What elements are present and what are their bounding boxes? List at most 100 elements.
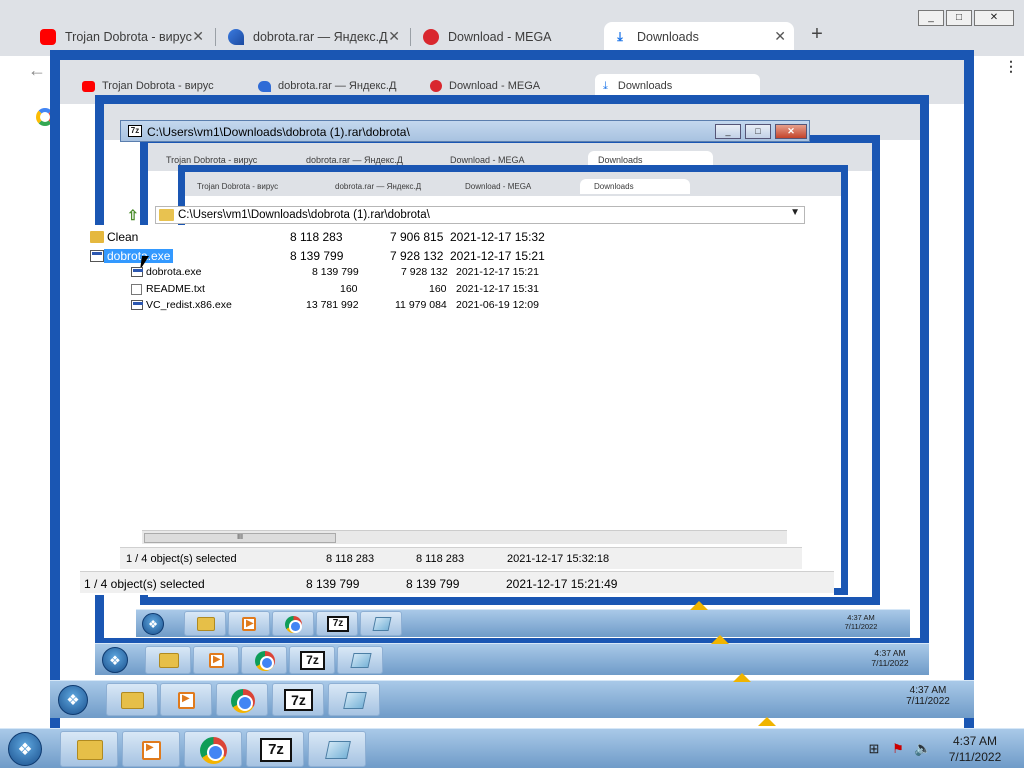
sevenzip-icon: 7z bbox=[327, 616, 349, 632]
minimize-button[interactable]: _ bbox=[715, 124, 741, 139]
file-size: 8 139 799 bbox=[312, 266, 359, 278]
tab-label: dobrota.rar — Яндекс.Д bbox=[306, 155, 403, 165]
flag-error-icon[interactable]: ⚑ bbox=[890, 741, 906, 757]
start-orb-icon bbox=[142, 613, 164, 636]
nested-taskbar-large: 7z 4:37 AM 7/11/2022 bbox=[50, 680, 974, 718]
tab-label: Trojan Dobrota - вирус bbox=[102, 80, 214, 92]
text-file-icon bbox=[131, 284, 142, 295]
clock-date: 7/11/2022 bbox=[948, 750, 1002, 764]
tab-download-mega[interactable]: Download - MEGA bbox=[415, 22, 600, 52]
browser-menu-icon[interactable]: ⋮ bbox=[1004, 59, 1018, 73]
taskbar-explorer bbox=[145, 646, 191, 674]
tab-label: Trojan Dobrota - вирус bbox=[197, 182, 279, 191]
mega-icon bbox=[423, 29, 439, 45]
taskbar-notepad bbox=[328, 683, 380, 716]
list-item[interactable]: README.txt 160 160 2021-12-17 15:31 bbox=[130, 282, 770, 298]
status-bar-inner: 1 / 4 object(s) selected 8 118 283 8 118… bbox=[120, 547, 802, 569]
status-modified: 2021-12-17 15:21:49 bbox=[506, 577, 618, 591]
tab-dobrota-rar[interactable]: dobrota.rar — Яндекс.Д ✕ bbox=[220, 22, 408, 52]
window-title: C:\Users\vm1\Downloads\dobrota (1).rar\d… bbox=[147, 125, 410, 139]
warning-icon bbox=[733, 673, 751, 682]
nested-clock: 4:37 AM 7/11/2022 bbox=[890, 685, 966, 707]
yandex-disk-icon bbox=[258, 80, 271, 92]
clock-time: 4:37 AM bbox=[909, 685, 947, 696]
exe-file-icon bbox=[131, 300, 143, 310]
maximize-button[interactable]: □ bbox=[745, 124, 771, 139]
list-item[interactable]: VC_redist.x86.exe 13 781 992 11 979 084 … bbox=[130, 298, 770, 314]
list-item[interactable]: Clean 8 118 283 7 906 815 2021-12-17 15:… bbox=[88, 229, 828, 246]
download-icon: ⤓ bbox=[603, 79, 608, 92]
clock[interactable]: 4:37 AM 7/11/2022 bbox=[940, 733, 1010, 765]
file-modified: 2021-12-17 15:21 bbox=[450, 249, 545, 263]
new-tab-button[interactable]: + bbox=[808, 23, 826, 46]
file-name-selected: dobrota.exe bbox=[104, 249, 174, 263]
nested-tab: Downloads bbox=[580, 179, 690, 194]
back-button[interactable]: ← bbox=[28, 60, 46, 81]
tab-label: Downloads bbox=[617, 80, 673, 92]
minimize-button[interactable]: _ bbox=[918, 10, 944, 26]
taskbar-explorer bbox=[106, 683, 158, 716]
file-modified: 2021-12-17 15:21 bbox=[456, 266, 539, 278]
window-controls: _ □ ✕ bbox=[916, 10, 1014, 26]
start-orb-icon bbox=[102, 647, 128, 674]
clock-time: 4:37 AM bbox=[952, 734, 998, 748]
taskbar-7zip[interactable]: 7z bbox=[246, 731, 304, 767]
horizontal-scrollbar[interactable]: III bbox=[142, 530, 787, 544]
maximize-button[interactable]: □ bbox=[946, 10, 972, 26]
folder-icon bbox=[197, 617, 215, 631]
folder-icon bbox=[121, 692, 144, 709]
list-item[interactable]: dobrota.exe 8 139 799 7 928 132 2021-12-… bbox=[130, 265, 770, 281]
taskbar-notepad bbox=[337, 646, 383, 674]
taskbar-chrome[interactable] bbox=[184, 731, 242, 767]
scrollbar-thumb[interactable]: III bbox=[144, 533, 336, 543]
chevron-down-icon[interactable]: ▼ bbox=[790, 207, 800, 218]
close-icon[interactable]: ✕ bbox=[388, 28, 400, 45]
go-up-button[interactable]: ⇧ bbox=[127, 207, 143, 223]
clock-date: 7/11/2022 bbox=[906, 696, 950, 707]
network-icon[interactable]: ⊞ bbox=[866, 741, 882, 757]
status-modified: 2021-12-17 15:32:18 bbox=[507, 553, 610, 565]
close-window-button[interactable]: ✕ bbox=[974, 10, 1014, 26]
list-item[interactable]: dobrota.exe 8 139 799 7 928 132 2021-12-… bbox=[88, 248, 828, 265]
tab-label: Download - MEGA bbox=[450, 155, 525, 165]
close-icon[interactable]: ✕ bbox=[192, 28, 204, 45]
taskbar-explorer[interactable] bbox=[60, 731, 118, 767]
tab-trojan-dobrota[interactable]: Trojan Dobrota - вирус ✕ bbox=[32, 22, 212, 52]
volume-icon[interactable]: 🔈 bbox=[914, 740, 931, 757]
exe-file-icon bbox=[131, 267, 143, 277]
close-window-button[interactable]: ✕ bbox=[775, 124, 807, 139]
mega-icon bbox=[430, 80, 442, 92]
taskbar-chrome bbox=[216, 683, 268, 716]
chrome-icon bbox=[200, 737, 227, 764]
status-bar-outer: 1 / 4 object(s) selected 8 139 799 8 139… bbox=[80, 571, 834, 593]
file-packed-size: 7 928 132 bbox=[401, 266, 448, 278]
tab-separator bbox=[215, 28, 216, 46]
clock-time: 4:37 AM bbox=[847, 613, 875, 622]
taskbar-notepad[interactable] bbox=[308, 731, 366, 767]
clock-date: 7/11/2022 bbox=[871, 658, 909, 668]
warning-icon bbox=[711, 635, 729, 644]
file-size: 13 781 992 bbox=[306, 299, 359, 311]
taskbar-chrome bbox=[272, 611, 314, 636]
taskbar-explorer bbox=[184, 611, 226, 636]
status-size: 8 139 799 bbox=[306, 577, 360, 591]
tab-downloads[interactable]: ⤓ Downloads ✕ bbox=[604, 22, 794, 52]
nested-clock: 4:37 AM 7/11/2022 bbox=[855, 648, 925, 668]
tab-label: Downloads bbox=[594, 182, 634, 191]
youtube-icon bbox=[40, 29, 56, 45]
taskbar-7zip: 7z bbox=[289, 646, 335, 674]
notepad-icon bbox=[343, 692, 367, 709]
tab-separator bbox=[410, 28, 411, 46]
close-icon[interactable]: ✕ bbox=[774, 28, 786, 45]
exe-file-icon bbox=[90, 250, 104, 262]
start-button[interactable] bbox=[8, 732, 42, 767]
nested-taskbar-small: 7z 4:37 AM 7/11/2022 bbox=[136, 609, 910, 637]
notepad-icon bbox=[372, 617, 392, 631]
clock-time: 4:37 AM bbox=[874, 648, 906, 658]
tab-label: Download - MEGA bbox=[465, 182, 532, 191]
address-bar[interactable]: C:\Users\vm1\Downloads\dobrota (1).rar\d… bbox=[155, 206, 805, 224]
warning-icon bbox=[758, 717, 776, 726]
taskbar-media[interactable] bbox=[122, 731, 180, 767]
browser-tabstrip: Trojan Dobrota - вирус ✕ dobrota.rar — Я… bbox=[0, 0, 1024, 56]
folder-icon bbox=[90, 231, 104, 243]
